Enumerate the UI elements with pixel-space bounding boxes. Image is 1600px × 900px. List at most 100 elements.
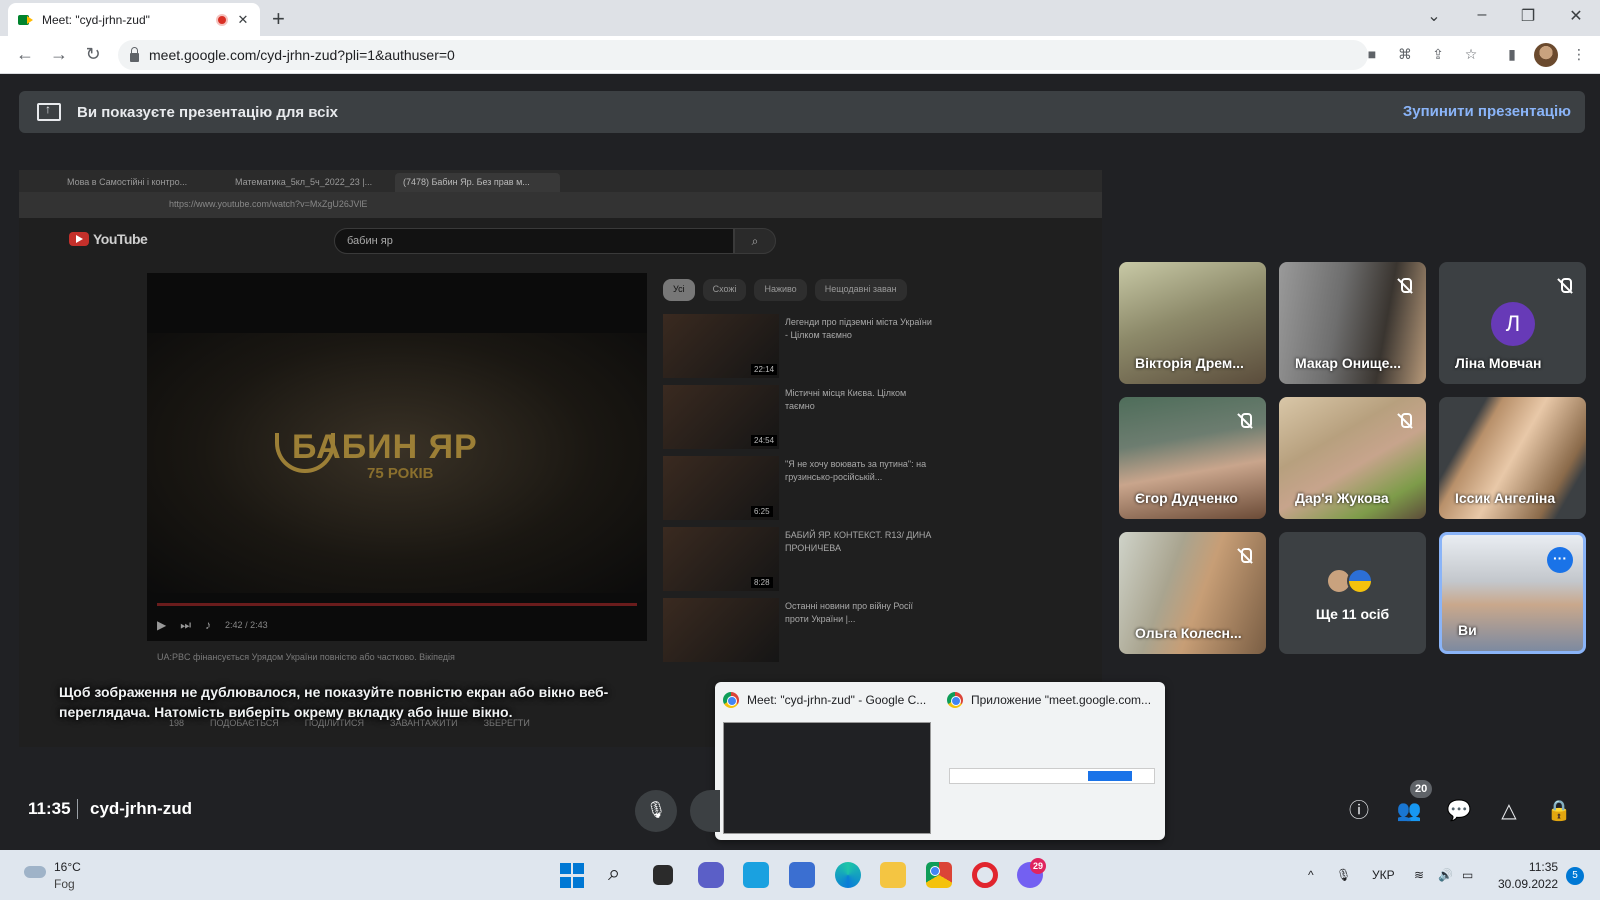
start-windows-icon[interactable] [560,863,586,889]
store-icon[interactable] [789,862,815,888]
camera-button[interactable] [690,790,720,832]
shared-tab: Математика_5кл_5ч_2022_23 |... [235,177,373,187]
input-language[interactable]: УКР [1372,868,1395,882]
maximize-icon[interactable]: ❐ [1518,6,1538,26]
window-option-meet[interactable]: Meet: "cyd-jrhn-zud" - Google C... [723,692,926,708]
wifi-icon[interactable]: ≋ [1414,868,1424,882]
microphone-button[interactable]: 🎙 [635,790,677,832]
muted-mic-icon [1398,413,1412,429]
side-panel-icon[interactable]: ▮ [1502,46,1522,63]
window-option-app[interactable]: Приложение "meet.google.com... [947,692,1151,708]
search-icon[interactable]: ⌕ [608,860,634,886]
more-options-icon[interactable]: ··· [1547,547,1573,573]
list-item: 22:14 Легенди про підземні міста України… [663,314,933,385]
shared-tab: Мова в Самостійні і контро... [67,177,188,187]
participant-tile[interactable]: Іссик Ангеліна [1439,397,1586,519]
host-controls-lock-icon[interactable]: 🔒 [1546,798,1572,824]
recording-icon [216,13,228,26]
profile-avatar[interactable] [1534,43,1558,67]
shared-screen-preview: Мова в Самостійні і контро... Математика… [19,170,1102,747]
tab-search-chevron-icon[interactable]: ⌄ [1424,6,1444,26]
desktop-icon[interactable] [743,862,769,888]
more-participants-count: Ще 11 осіб [1315,606,1390,622]
participant-name: Іссик Ангеліна [1455,490,1556,506]
opera-icon[interactable] [972,862,998,888]
tray-microphone-icon[interactable]: 🎙 [1336,868,1351,882]
video-thumbnail [663,598,779,662]
participant-name: Ліна Мовчан [1455,355,1542,371]
video-title-overlay: БАБИН ЯР [292,428,478,466]
youtube-logo: YouTube [69,231,148,247]
self-video-tile[interactable]: ··· Ви [1439,532,1586,654]
youtube-search-icon: ⌕ [734,228,776,254]
list-item: Останні новини про війну Росії проти Укр… [663,598,933,669]
volume-icon[interactable]: 🔊 [1438,868,1453,882]
tab-title: Meet: "cyd-jrhn-zud" [42,12,150,27]
camera-in-use-icon[interactable]: ■ [1362,46,1382,62]
participant-tile[interactable]: Єгор Дудченко [1119,397,1266,519]
rec-title: "Я не хочу воювать за путина": на грузин… [785,459,927,482]
rec-title: Легенди про підземні міста України - Ціл… [785,317,932,340]
viber-unread-badge: 29 [1030,858,1046,874]
rec-title: Містичні місця Києва. Цілком таємно [785,388,907,411]
tray-overflow-chevron-icon[interactable]: ^ [1308,868,1314,882]
chip: Схожі [702,279,747,301]
present-screen-icon [37,102,61,121]
window-close-icon[interactable]: ✕ [1566,6,1586,26]
youtube-wordmark: YouTube [93,231,148,247]
address-bar[interactable]: meet.google.com/cyd-jrhn-zud?pli=1&authu… [118,40,1368,70]
battery-icon[interactable]: ▭ [1462,868,1473,882]
window-thumbnail[interactable] [723,722,931,834]
back-icon[interactable]: ← [14,44,36,65]
task-view-icon[interactable] [653,865,673,885]
chip: Наживо [754,279,807,301]
forward-icon[interactable]: → [48,44,70,65]
video-duration: 6:25 [751,506,773,517]
minimize-icon[interactable]: – [1472,6,1492,24]
participant-tile[interactable]: Ольга Колесн... [1119,532,1266,654]
notification-count-badge[interactable]: 5 [1566,867,1584,885]
more-participants-tile[interactable]: Ще 11 осіб [1279,532,1426,654]
chat-icon[interactable]: 💬 [1446,798,1472,824]
list-item: 8:28 БАБИЙ ЯР. КОНТЕКСТ. R13/ ДИНА ПРОНИ… [663,527,933,598]
info-icon[interactable]: ⓘ [1346,798,1372,824]
share-icon[interactable]: ⇪ [1428,46,1448,63]
tab-close-icon[interactable]: ✕ [236,12,250,28]
participant-tile[interactable]: Вікторія Дрем... [1119,262,1266,384]
stop-presenting-button[interactable]: Зупинити презентацію [1403,103,1571,120]
reload-icon[interactable]: ↻ [82,44,104,65]
edge-icon[interactable] [835,862,861,888]
clock-time: 11:35 [1528,860,1559,874]
chrome-taskbar-icon[interactable] [926,862,952,888]
bookmark-star-icon[interactable]: ☆ [1461,46,1481,63]
video-player: БАБИН ЯР 75 РОКІВ ▶ ⏭ ♪ 2:42 / 2:43 [147,273,647,641]
rec-title: БАБИЙ ЯР. КОНТЕКСТ. R13/ ДИНА ПРОНИЧЕВА [785,530,932,553]
play-icon: ▶ [157,618,167,632]
browser-tab-meet[interactable]: Meet: "cyd-jrhn-zud" ✕ [8,3,260,36]
clock-date: 30.09.2022 [1498,877,1559,891]
file-explorer-icon[interactable] [880,862,906,888]
participant-name: Вікторія Дрем... [1135,355,1244,371]
participant-tile[interactable]: Л Ліна Мовчан [1439,262,1586,384]
meeting-code: cyd-jrhn-zud [90,799,192,818]
lock-icon [130,46,139,62]
chat-teams-icon[interactable] [698,862,724,888]
avatar: Л [1491,302,1535,346]
participant-tile[interactable]: Макар Онище... [1279,262,1426,384]
browser-tab-strip: Meet: "cyd-jrhn-zud" ✕ + ⌄ – ❐ ✕ [0,0,1600,36]
muted-mic-icon [1238,413,1252,429]
participant-tile[interactable]: Дар'я Жукова [1279,397,1426,519]
chip: Нещодавні заван [814,279,907,301]
youtube-play-logo-icon [69,232,89,246]
activities-icon[interactable]: △ [1496,798,1522,824]
muted-mic-icon [1398,278,1412,294]
people-icon[interactable]: 👥 [1396,798,1422,824]
shared-address-bar: https://www.youtube.com/watch?v=MxZgU26J… [19,192,1102,218]
muted-mic-icon [1238,548,1252,564]
translate-icon[interactable]: ⌘ [1395,46,1415,63]
list-item: 24:54 Містичні місця Києва. Цілком таємн… [663,385,933,456]
browser-menu-icon[interactable]: ⋮ [1569,46,1589,63]
new-tab-button[interactable]: + [272,6,285,32]
window-thumbnail[interactable] [949,768,1155,784]
system-clock[interactable]: 11:35 30.09.2022 [1498,859,1558,893]
